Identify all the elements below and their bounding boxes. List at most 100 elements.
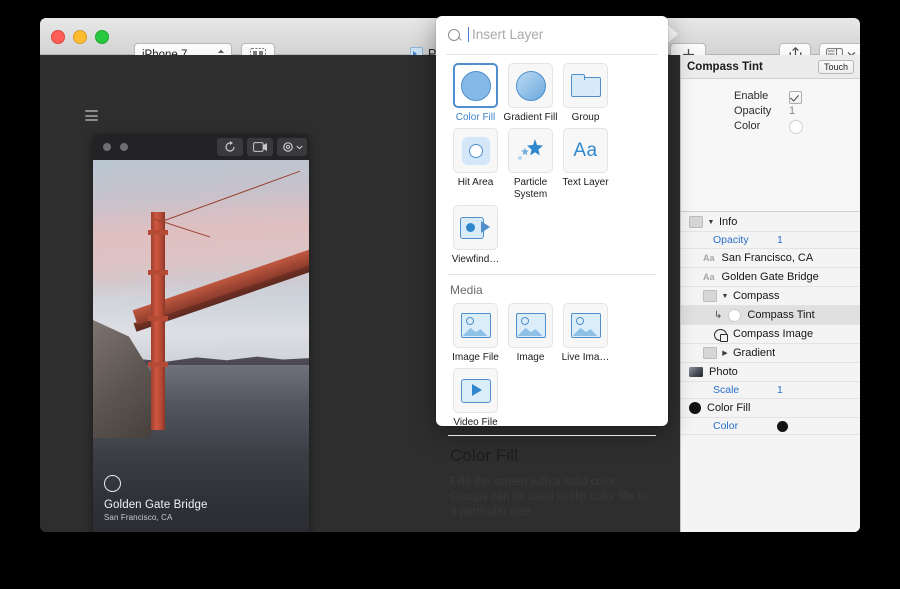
tile [508, 303, 553, 348]
media-section-title: Media [436, 275, 668, 303]
text-layer-icon: Aa [703, 272, 715, 282]
layer-label: Gradient [733, 347, 775, 359]
chevron-down-icon [296, 145, 303, 150]
disclosure-triangle-icon[interactable]: ▼ [708, 219, 714, 225]
device-simulator: Golden Gate Bridge San Francisco, CA [93, 134, 309, 532]
layer-type-group[interactable]: Group [558, 63, 613, 124]
media-type-label: Image [503, 352, 558, 364]
layer-row-san-francisco[interactable]: Aa San Francisco, CA [681, 249, 860, 268]
window-controls [51, 30, 109, 44]
minimize-button[interactable] [73, 30, 87, 44]
simulator-window-controls [103, 143, 128, 151]
media-grid: Image File Image Live Ima… Video File [436, 303, 668, 433]
detail-description: Fills the screen with a solid color. Gro… [450, 475, 654, 520]
property-row-info-opacity[interactable]: Opacity 1 [681, 232, 860, 249]
layer-type-label: Group [558, 112, 613, 124]
opacity-value[interactable]: 1 [789, 105, 795, 117]
tile [453, 128, 498, 173]
image-icon [516, 313, 546, 338]
property-opacity: Opacity 1 [681, 105, 860, 120]
search-icon [448, 29, 460, 41]
layer-type-label: Gradient Fill [503, 112, 558, 124]
property-row-color-fill-color[interactable]: Color [681, 418, 860, 435]
mask-arrow-icon: ↲ [714, 310, 722, 321]
color-value-swatch[interactable] [777, 421, 788, 432]
layer-row-compass-image[interactable]: Compass Image [681, 325, 860, 344]
black-dot-icon [689, 402, 701, 414]
disclosure-triangle-icon[interactable]: ▶ [722, 350, 728, 356]
layer-label: Compass [733, 290, 779, 302]
folder-icon [689, 216, 703, 228]
tile [508, 128, 553, 173]
color-swatch[interactable] [789, 120, 803, 134]
simulator-record-button[interactable] [247, 138, 273, 156]
inspector-header: Compass Tint Touch [681, 55, 860, 79]
image-file-icon [461, 313, 491, 338]
tile [508, 63, 553, 108]
bridge-tower [151, 212, 165, 430]
property-color: Color [681, 120, 860, 135]
tile [563, 63, 608, 108]
group-icon [571, 74, 601, 97]
inspector-title: Compass Tint [687, 61, 818, 73]
video-icon [253, 142, 268, 152]
folder-icon [703, 347, 717, 359]
layer-label: Color Fill [707, 402, 750, 414]
property-value[interactable]: 1 [777, 384, 783, 396]
layer-row-info[interactable]: ▼ Info [681, 213, 860, 232]
search-row[interactable]: Insert Layer [446, 16, 658, 55]
layer-type-label: Hit Area [448, 177, 503, 189]
layer-row-gradient[interactable]: ▶ Gradient [681, 344, 860, 363]
layer-type-color-fill[interactable]: Color Fill [448, 63, 503, 124]
layer-type-gradient-fill[interactable]: Gradient Fill [503, 63, 558, 124]
close-button[interactable] [51, 30, 65, 44]
property-name: Color [713, 420, 738, 432]
property-label: Opacity [734, 105, 771, 117]
property-value[interactable]: 1 [777, 234, 783, 246]
layer-row-photo[interactable]: Photo [681, 363, 860, 382]
enable-checkbox[interactable] [789, 91, 802, 104]
menu-icon[interactable] [85, 110, 98, 121]
simulator-refresh-button[interactable] [217, 138, 243, 156]
layer-row-compass-tint[interactable]: ↲ Compass Tint [681, 306, 860, 325]
media-type-image[interactable]: Image [503, 303, 558, 364]
layer-row-color-fill[interactable]: Color Fill [681, 399, 860, 418]
tile [453, 205, 498, 250]
layer-type-label: Particle System [503, 177, 558, 201]
video-file-icon [461, 379, 491, 403]
inspector-panel: Compass Tint Touch Enable Opacity 1 Colo… [680, 55, 860, 532]
text-layer-icon: Aa [703, 253, 715, 263]
layer-type-text-layer[interactable]: Aa Text Layer [558, 128, 613, 201]
layer-type-grid: Color Fill Gradient Fill Group Hit Area [436, 55, 668, 270]
layer-type-label: Viewfind… [448, 254, 503, 266]
tile [453, 303, 498, 348]
property-label: Enable [734, 90, 768, 102]
layer-label: Golden Gate Bridge [722, 271, 819, 283]
gear-icon [282, 141, 294, 153]
zoom-button[interactable] [95, 30, 109, 44]
live-image-icon [571, 313, 601, 338]
simulator-toolbar [93, 134, 309, 160]
property-name: Scale [713, 384, 739, 396]
text-caret [468, 27, 469, 42]
layer-row-compass[interactable]: ▼ Compass [681, 287, 860, 306]
disclosure-triangle-icon[interactable]: ▼ [722, 293, 728, 299]
search-input[interactable]: Insert Layer [472, 27, 543, 42]
media-type-image-file[interactable]: Image File [448, 303, 503, 364]
media-type-video-file[interactable]: Video File [448, 368, 503, 429]
compass-icon [104, 475, 121, 492]
layer-type-hit-area[interactable]: Hit Area [448, 128, 503, 201]
simulator-settings-button[interactable] [277, 138, 307, 156]
touch-button[interactable]: Touch [818, 60, 854, 74]
layer-row-golden-gate-bridge[interactable]: Aa Golden Gate Bridge [681, 268, 860, 287]
media-type-live-image[interactable]: Live Ima… [558, 303, 613, 364]
folder-icon [703, 290, 717, 302]
refresh-icon [224, 141, 236, 153]
compass-image-icon [714, 328, 727, 340]
gradient-fill-icon [516, 71, 546, 101]
layer-type-viewfinder[interactable]: Viewfind… [448, 205, 503, 266]
color-fill-icon [461, 71, 491, 101]
layer-type-particle-system[interactable]: Particle System [503, 128, 558, 201]
layer-type-label: Color Fill [448, 112, 503, 124]
property-row-photo-scale[interactable]: Scale 1 [681, 382, 860, 399]
